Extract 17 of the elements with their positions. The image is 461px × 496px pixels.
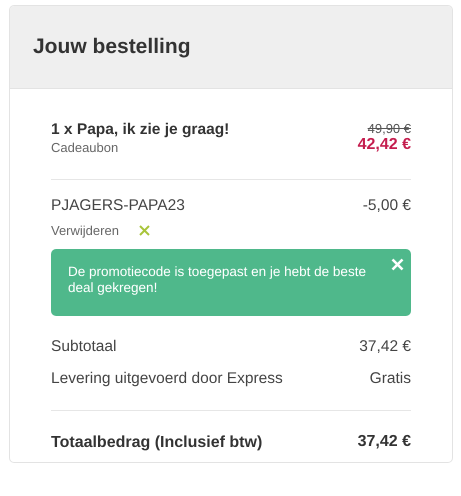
discount-amount: -5,00 € <box>362 197 411 215</box>
discounted-price: 42,42 € <box>358 136 411 154</box>
total-amount: 37,42 € <box>358 433 411 451</box>
original-price: 49,90 € <box>368 121 411 136</box>
promo-code: PJAGERS-PAPA23 <box>51 197 185 215</box>
summary-label: Levering uitgevoerd door Express <box>51 370 283 388</box>
close-button[interactable] <box>391 258 404 271</box>
summary-value: Gratis <box>370 370 411 388</box>
remove-icon[interactable] <box>138 225 150 236</box>
total-label: Totaalbedrag (Inclusief btw) <box>51 433 264 452</box>
product-type: Cadeaubon <box>51 140 120 155</box>
remove-link[interactable]: Verwijderen <box>51 223 119 238</box>
product-name: 1 x Papa, ik zie je graag! <box>51 121 230 139</box>
notice-message: De promotiecode is toegepast en je hebt de beste deal gekregen! <box>68 264 367 296</box>
summary-value: 37,42 € <box>359 338 411 356</box>
panel-title: Jouw bestelling <box>33 35 191 59</box>
summary-label: Subtotaal <box>51 338 116 356</box>
